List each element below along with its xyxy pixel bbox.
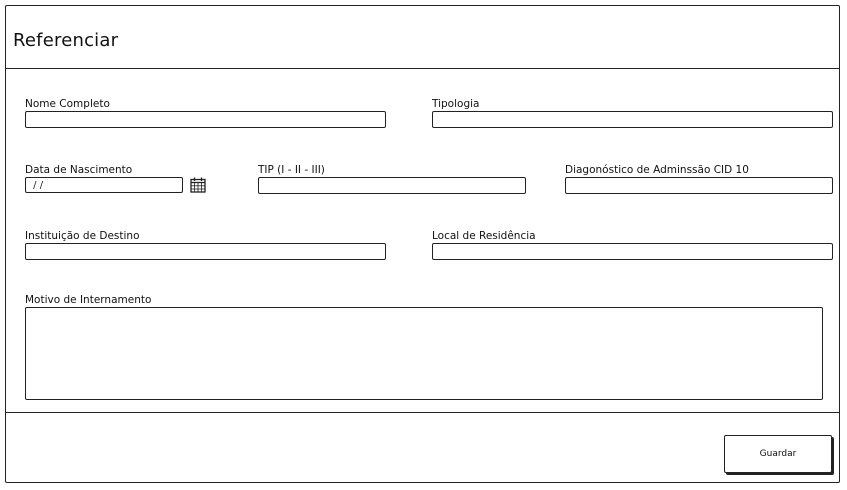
local-residencia-label: Local de Residência [432, 230, 536, 242]
tipologia-input[interactable] [432, 111, 833, 128]
nome-completo-input[interactable] [25, 111, 386, 128]
local-residencia-input[interactable] [432, 243, 833, 260]
footer-divider [6, 412, 840, 413]
instituicao-destino-input[interactable] [25, 243, 386, 260]
instituicao-label: Instituição de Destino [25, 230, 140, 242]
calendar-icon[interactable] [190, 177, 206, 193]
motivo-label: Motivo de Internamento [25, 294, 152, 306]
page-title: Referenciar [13, 30, 119, 51]
data-nascimento-label: Data de Nascimento [25, 164, 133, 176]
data-nascimento-input[interactable] [25, 177, 183, 193]
diagnostico-cid10-input[interactable] [565, 177, 833, 194]
tip-label: TIP (I - II - III) [258, 164, 325, 176]
motivo-internamento-textarea[interactable] [25, 307, 823, 400]
diagnostico-label: Diagonóstico de Adminssão CID 10 [565, 164, 749, 176]
tip-input[interactable] [258, 177, 526, 194]
nome-label: Nome Completo [25, 98, 110, 110]
header-divider [6, 68, 840, 69]
guardar-button[interactable]: Guardar [724, 435, 832, 473]
tipologia-label: Tipologia [432, 98, 480, 110]
